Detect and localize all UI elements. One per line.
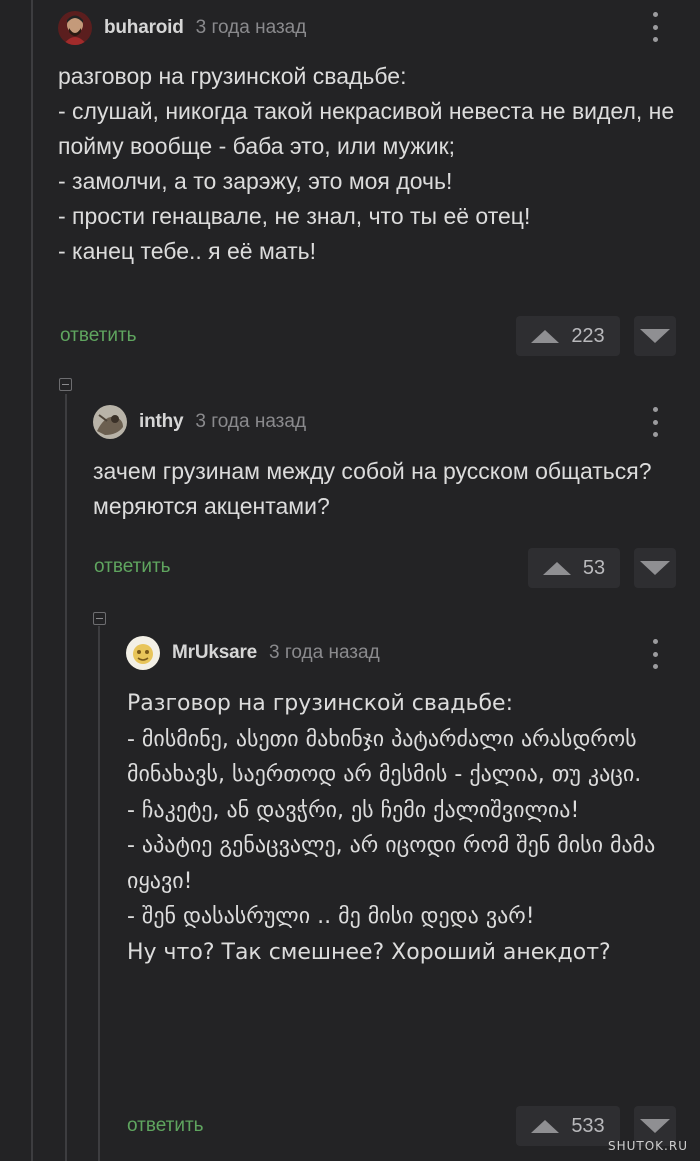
comment-body: зачем грузинам между собой на русском об… [93, 458, 652, 519]
upvote-button[interactable]: 53 [528, 548, 620, 588]
downvote-button[interactable] [634, 548, 676, 588]
downvote-icon [640, 561, 670, 575]
avatar[interactable] [93, 405, 127, 439]
avatar[interactable] [126, 636, 160, 670]
score: 533 [571, 1114, 605, 1137]
score: 53 [582, 556, 606, 579]
author-name[interactable]: inthy [139, 411, 184, 433]
author-name[interactable]: MrUksare [172, 642, 257, 664]
comment-body: разговор на грузинской свадьбе: - слушай… [58, 63, 675, 264]
thread-line [98, 626, 100, 1161]
reply-link[interactable]: ответить [60, 325, 137, 347]
comment-header: buharoid 3 года назад [58, 8, 306, 48]
upvote-button[interactable]: 223 [516, 316, 620, 356]
menu-dots-icon[interactable] [650, 12, 660, 42]
comment-header: MrUksare 3 года назад [126, 633, 380, 673]
menu-dots-icon[interactable] [650, 639, 660, 669]
upvote-button[interactable]: 533 [516, 1106, 620, 1146]
downvote-icon [640, 329, 670, 343]
comment-time: 3 года назад [195, 411, 307, 432]
collapse-icon[interactable] [59, 378, 72, 391]
upvote-icon [542, 561, 571, 575]
avatar[interactable] [58, 11, 92, 45]
thread-line [65, 394, 67, 1161]
comment-header: inthy 3 года назад [93, 402, 306, 442]
collapse-icon[interactable] [93, 612, 106, 625]
reply-link[interactable]: ответить [127, 1115, 204, 1137]
comment-body: Разговор на грузинской свадьбе: - მისმინ… [127, 691, 656, 965]
downvote-button[interactable] [634, 316, 676, 356]
author-name[interactable]: buharoid [104, 17, 184, 39]
comment-time: 3 года назад [195, 17, 307, 38]
downvote-icon [640, 1119, 670, 1133]
upvote-icon [531, 329, 560, 343]
upvote-icon [531, 1119, 560, 1133]
thread-line [31, 0, 33, 1161]
watermark: SHUTOK.RU [607, 1139, 688, 1153]
score: 223 [571, 324, 605, 347]
comment-time: 3 года назад [269, 642, 380, 663]
reply-link[interactable]: ответить [94, 556, 171, 578]
menu-dots-icon[interactable] [650, 407, 660, 437]
